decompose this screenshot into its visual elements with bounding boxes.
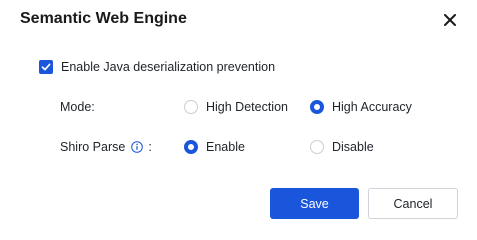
check-icon [41,63,51,71]
dialog-title: Semantic Web Engine [20,10,187,27]
shiro-option-enable[interactable]: Enable [184,139,245,155]
radio-high-detection-label: High Detection [206,100,288,114]
java-deserialization-checkbox-row[interactable]: Enable Java deserialization prevention [39,59,275,75]
radio-disable-label: Disable [332,140,374,154]
cancel-button[interactable]: Cancel [368,188,458,219]
mode-option-high-accuracy[interactable]: High Accuracy [310,99,412,115]
radio-high-accuracy-label: High Accuracy [332,100,412,114]
radio-disable[interactable] [310,140,324,154]
shiro-parse-label: Shiro Parse : [60,139,152,155]
save-button[interactable]: Save [270,188,359,219]
shiro-option-disable[interactable]: Disable [310,139,374,155]
radio-enable-label: Enable [206,140,245,154]
info-icon[interactable] [131,141,144,153]
shiro-parse-colon: : [148,140,152,154]
mode-label-text: Mode: [60,100,95,114]
java-deserialization-checkbox[interactable] [39,60,53,74]
mode-option-high-detection[interactable]: High Detection [184,99,288,115]
shiro-parse-label-text: Shiro Parse [60,140,126,154]
semantic-web-engine-dialog: Semantic Web Engine Enable Java deserial… [0,0,477,234]
radio-high-accuracy[interactable] [310,100,324,114]
mode-label: Mode: [60,99,95,115]
close-button[interactable] [440,10,460,30]
radio-enable[interactable] [184,140,198,154]
close-icon [444,14,456,26]
java-deserialization-label: Enable Java deserialization prevention [61,60,276,74]
radio-high-detection[interactable] [184,100,198,114]
